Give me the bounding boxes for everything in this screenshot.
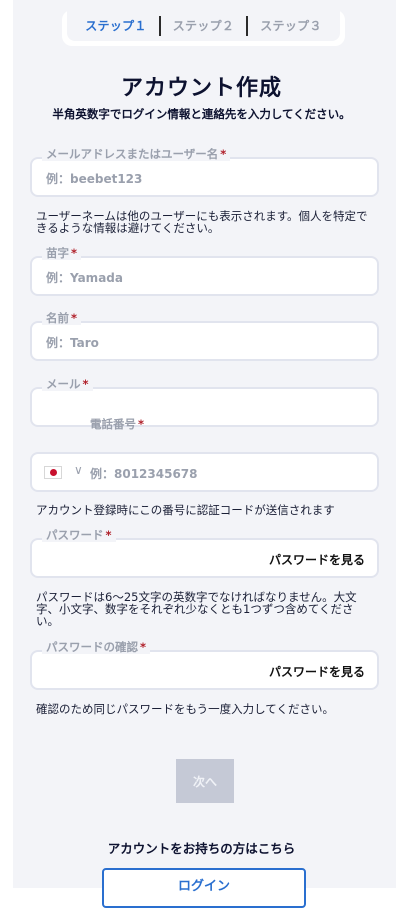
last-name-field[interactable]: 苗字 * 例：Yamada (30, 246, 379, 296)
first-name-label: 名前 * (42, 311, 82, 325)
password-confirm-label: パスワードの確認 * (42, 640, 151, 654)
password-help: パスワードは6〜25文字の英数字でなければなりません。大文字、小文字、数字をそれ… (36, 590, 357, 628)
phone-help: アカウント登録時にこの番号に認証コードが送信されます (36, 503, 335, 517)
last-name-label: 苗字 * (42, 246, 82, 260)
japan-flag-icon[interactable] (44, 466, 62, 479)
stepper: ステップ１ ステップ２ ステップ３ (62, 10, 345, 46)
step-2: ステップ２ (172, 19, 235, 33)
chevron-down-icon[interactable]: ∨ (74, 463, 83, 477)
password-label: パスワード * (42, 528, 116, 542)
login-button[interactable]: ログイン (102, 868, 306, 908)
username-field[interactable]: メールアドレスまたはユーザー名 * 例：beebet123 (30, 147, 379, 197)
username-label: メールアドレスまたはユーザー名 * (42, 147, 231, 161)
show-password-button[interactable]: パスワードを見る (269, 551, 365, 568)
password-confirm-help: 確認のため同じパスワードをもう一度入力してください。 (36, 702, 334, 716)
username-placeholder: 例：beebet123 (46, 172, 143, 186)
page-subtitle: 半角英数字でログイン情報と連絡先を入力してください。 (52, 107, 351, 121)
have-account-text: アカウントをお持ちの方はこちら (107, 841, 296, 856)
first-name-placeholder: 例：Taro (46, 336, 99, 350)
password-confirm-field[interactable]: パスワードの確認 * パスワードを見る (30, 640, 379, 690)
page-title: アカウント作成 (120, 76, 282, 101)
phone-field[interactable]: ∨ 例：8012345678 (30, 452, 379, 492)
signup-panel (13, 0, 396, 888)
email-field[interactable]: メール * (30, 377, 379, 427)
step-1: ステップ１ (85, 19, 147, 33)
phone-placeholder: 例：8012345678 (90, 467, 198, 481)
email-label: メール * (42, 377, 93, 391)
next-button[interactable]: 次へ (176, 759, 234, 803)
phone-label: 電話番号 * (90, 417, 145, 431)
first-name-field[interactable]: 名前 * 例：Taro (30, 311, 379, 361)
last-name-placeholder: 例：Yamada (46, 271, 123, 285)
show-password-confirm-button[interactable]: パスワードを見る (269, 663, 365, 680)
password-field[interactable]: パスワード * パスワードを見る (30, 528, 379, 578)
username-help: ユーザーネームは他のユーザーにも表示されます。個人を特定できるような情報は避けて… (36, 209, 368, 235)
step-3: ステップ３ (260, 19, 322, 33)
